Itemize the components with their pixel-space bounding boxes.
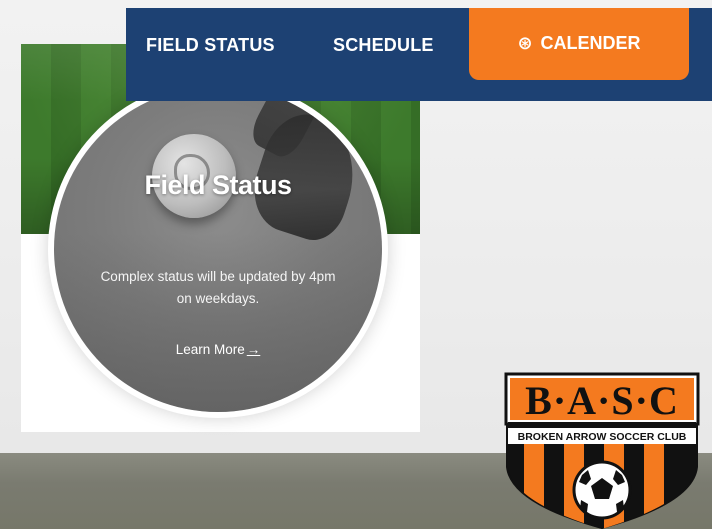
logo-letters: B·A·S·C <box>525 378 679 423</box>
field-status-circle-image: Field Status Complex status will be upda… <box>54 86 382 412</box>
turf-shade <box>54 232 382 412</box>
card-description: Complex status will be updated by 4pm on… <box>100 269 336 306</box>
field-status-circle[interactable]: Field Status Complex status will be upda… <box>48 80 388 418</box>
nav-schedule[interactable]: SCHEDULE <box>333 35 434 56</box>
learn-more-link[interactable]: Learn More → <box>54 342 382 357</box>
card-title: Field Status <box>144 170 292 200</box>
basc-shield-icon: B·A·S·C BROKEN ARROW SOCCER CLUB <box>504 372 700 529</box>
arrow-right-icon: → <box>246 342 261 357</box>
soccer-ball-icon: ⊛ <box>517 33 533 53</box>
nav-calendar-label: CALENDER <box>540 32 641 53</box>
nav-calendar-button[interactable]: ⊛ CALENDER <box>469 8 689 80</box>
learn-more-label: Learn More <box>175 342 245 357</box>
logo-club-name: BROKEN ARROW SOCCER CLUB <box>518 431 687 443</box>
nav-field-status[interactable]: FIELD STATUS <box>146 35 275 56</box>
top-navigation-bar: FIELD STATUS SCHEDULE ⊛ CALENDER <box>126 8 712 101</box>
basc-club-logo[interactable]: B·A·S·C BROKEN ARROW SOCCER CLUB <box>502 372 702 529</box>
